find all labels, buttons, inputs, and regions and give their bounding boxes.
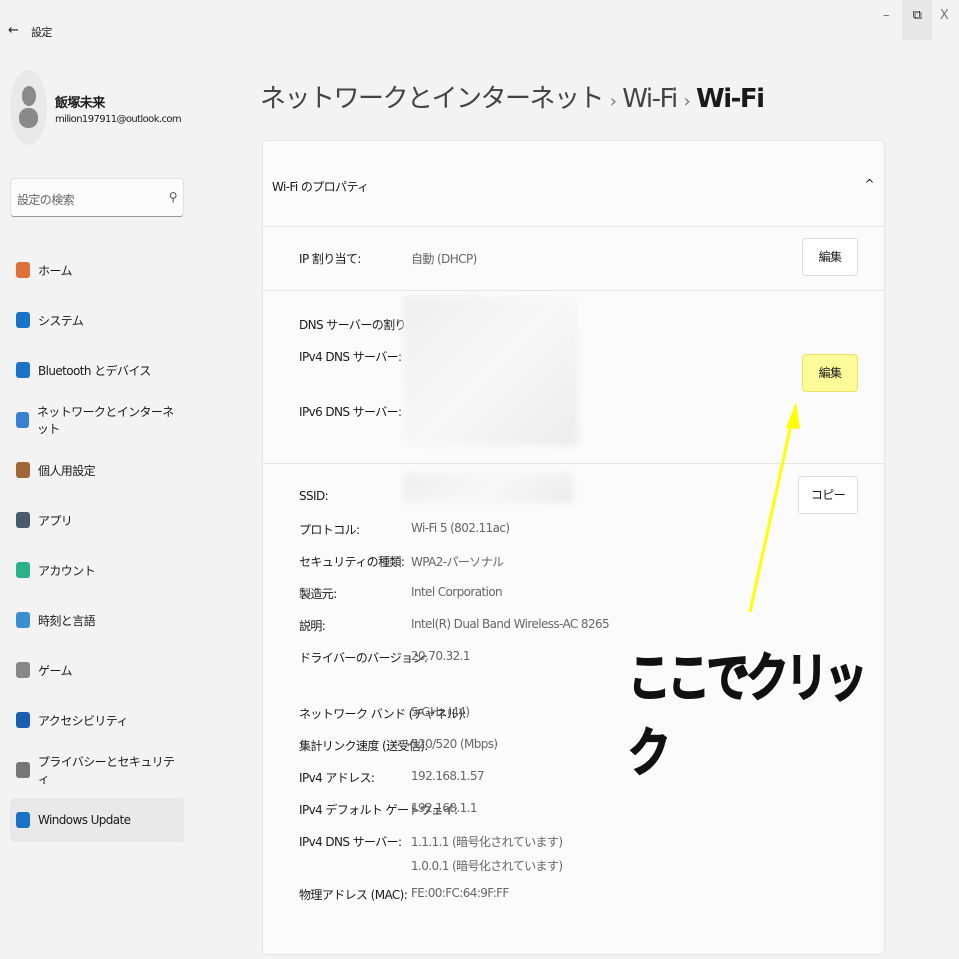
annotation-text: ここでクリック (627, 648, 868, 785)
arrow-head (786, 402, 800, 429)
arrow-line (748, 419, 794, 613)
annotation-arrow (748, 402, 800, 613)
